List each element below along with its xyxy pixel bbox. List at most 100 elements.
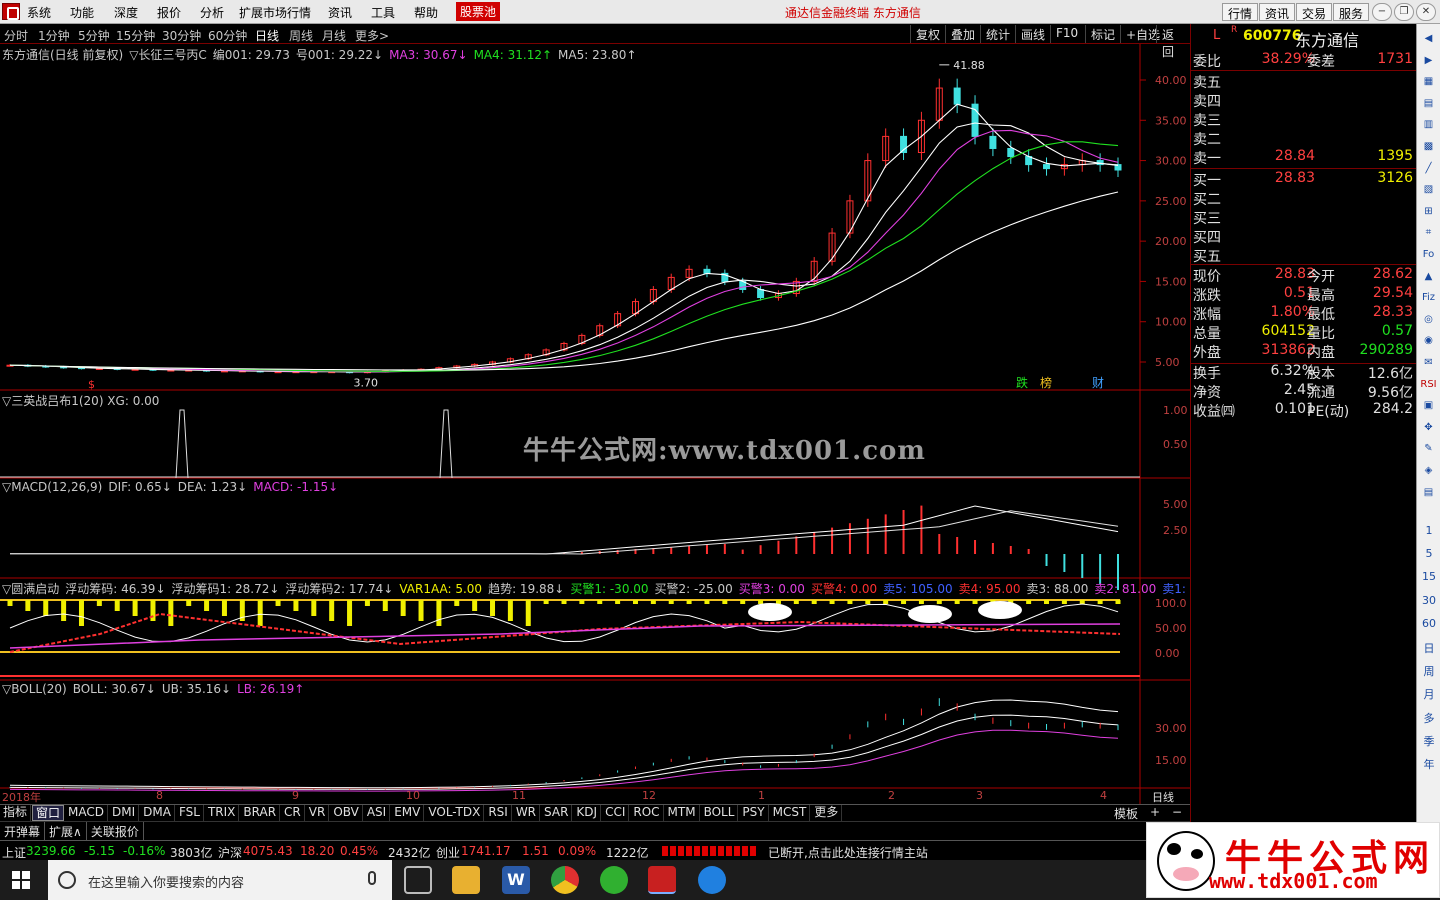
period-shortcut-9[interactable]: 季 [1417, 733, 1440, 749]
menu-system[interactable]: 系统 [27, 4, 51, 21]
macd-panel-title[interactable]: ▽MACD(12,26,9) DIF: 0.65↓ DEA: 1.23↓ MACD: … [2, 480, 344, 494]
indicator-tab-dma[interactable]: DMA [140, 805, 175, 821]
indicator-tab-emv[interactable]: EMV [391, 805, 425, 821]
fiz-icon[interactable]: Fiz [1420, 289, 1437, 306]
file-explorer-icon[interactable] [452, 866, 480, 894]
period-timeshare[interactable]: 分时 [4, 27, 28, 44]
menu-tools[interactable]: 工具 [371, 4, 395, 21]
radar-icon[interactable]: ◉ [1420, 332, 1437, 349]
template-button[interactable]: 模板 [1114, 805, 1138, 822]
indicator-tab-窗口[interactable]: 窗口 [32, 805, 65, 821]
btn-back[interactable]: 返回 [1156, 25, 1190, 59]
indicator-tab-wr[interactable]: WR [513, 805, 541, 821]
word-icon[interactable]: W [502, 866, 530, 894]
period-30min[interactable]: 30分钟 [162, 27, 201, 44]
indicator-tab-mtm[interactable]: MTM [665, 805, 700, 821]
indicator-tab-trix[interactable]: TRIX [205, 805, 240, 821]
feishu-icon[interactable] [698, 866, 726, 894]
indicator-tab-cci[interactable]: CCI [602, 805, 630, 821]
menu-function[interactable]: 功能 [70, 4, 94, 21]
period-shortcut-1[interactable]: 5 [1417, 547, 1440, 560]
menu-depth[interactable]: 深度 [114, 4, 138, 21]
period-monthly[interactable]: 月线 [322, 27, 346, 44]
menu-stock-pool[interactable]: 股票池 [456, 2, 501, 21]
menu-news[interactable]: 资讯 [328, 4, 352, 21]
board-icon[interactable]: ▩ [1420, 138, 1437, 155]
list-icon[interactable]: ▤ [1420, 95, 1437, 112]
period-shortcut-8[interactable]: 多 [1417, 710, 1440, 726]
grid-icon[interactable]: ▦ [1420, 73, 1437, 90]
rsi-icon[interactable]: RSI [1420, 376, 1437, 393]
taskbar-search[interactable]: 在这里输入你要搜索的内容 [48, 860, 392, 900]
mail-icon[interactable]: ✉ [1420, 354, 1437, 371]
minimize-icon[interactable]: − [1372, 3, 1392, 21]
indicator-tab-cr[interactable]: CR [281, 805, 305, 821]
tab-extend[interactable]: 扩展∧ [45, 822, 87, 841]
top-btn-trade[interactable]: 交易 [1296, 3, 1333, 21]
cortana-icon[interactable] [58, 871, 76, 889]
btn-draw[interactable]: 画线 [1015, 25, 1050, 43]
indicator-tab-指标[interactable]: 指标 [0, 805, 32, 821]
nav-back-icon[interactable]: ◀ [1420, 30, 1437, 47]
taskbar-search-placeholder[interactable]: 在这里输入你要搜索的内容 [88, 872, 244, 891]
boll-panel-title[interactable]: ▽BOLL(20) BOLL: 30.67↓ UB: 35.16↓ LB: 26.19… [2, 682, 310, 696]
period-15min[interactable]: 15分钟 [116, 27, 155, 44]
tab-danmaku[interactable]: 开弹幕 [0, 822, 46, 841]
pencil-icon[interactable]: ✎ [1420, 440, 1437, 457]
wechat-icon[interactable] [600, 866, 628, 894]
task-view-icon[interactable] [404, 866, 432, 894]
indicator-tab-obv[interactable]: OBV [330, 805, 363, 821]
period-shortcut-6[interactable]: 周 [1417, 663, 1440, 679]
status-bar[interactable]: 上证 3239.66 -5.15 -0.16% 3803亿 沪深 4075.43… [0, 840, 1150, 860]
indicator-tab-vol-tdx[interactable]: VOL-TDX [425, 805, 485, 821]
indicator-tab-macd[interactable]: MACD [65, 805, 109, 821]
line-chart-icon[interactable]: ╱ [1420, 160, 1437, 177]
connection-status[interactable]: 已断开,点击此处连接行情主站 [768, 844, 928, 861]
table-icon[interactable]: ▥ [1420, 116, 1437, 133]
indicator-tab-boll[interactable]: BOLL [701, 805, 739, 821]
indicator-tab-kdj[interactable]: KDJ [573, 805, 602, 821]
period-shortcut-2[interactable]: 15 [1417, 570, 1440, 583]
indicator-tab-更多[interactable]: 更多 [811, 805, 843, 821]
indicator-tab-dmi[interactable]: DMI [109, 805, 140, 821]
indicator-tab-fsl[interactable]: FSL [176, 805, 204, 821]
indicator-tab-rsi[interactable]: RSI [485, 805, 512, 821]
top-btn-market[interactable]: 行情 [1222, 3, 1259, 21]
period-shortcut-10[interactable]: 年 [1417, 756, 1440, 772]
btn-overlay[interactable]: 叠加 [945, 25, 980, 43]
sheet-icon[interactable]: ▤ [1420, 484, 1437, 501]
restore-icon[interactable]: ❐ [1394, 3, 1414, 21]
tab-related-quote[interactable]: 关联报价 [87, 822, 144, 841]
hash-icon[interactable]: ⌗ [1420, 224, 1437, 241]
btn-mark[interactable]: 标记 [1085, 25, 1120, 43]
move-icon[interactable]: ✥ [1420, 419, 1437, 436]
btn-stats[interactable]: 统计 [980, 25, 1015, 43]
report-icon[interactable]: ▧ [1420, 181, 1437, 198]
target-icon[interactable]: ◎ [1420, 311, 1437, 328]
period-5min[interactable]: 5分钟 [78, 27, 110, 44]
menu-extended-market[interactable]: 扩展市场行情 [239, 4, 311, 21]
tdx-app-icon[interactable] [648, 866, 676, 894]
period-daily[interactable]: 日线 [255, 27, 279, 44]
period-1min[interactable]: 1分钟 [38, 27, 70, 44]
top-btn-service[interactable]: 服务 [1333, 3, 1370, 21]
btn-fuquan[interactable]: 复权 [910, 25, 945, 43]
period-shortcut-5[interactable]: 日 [1417, 640, 1440, 656]
windows-start-icon[interactable] [12, 871, 30, 889]
top-btn-news[interactable]: 资讯 [1259, 3, 1296, 21]
period-60min[interactable]: 60分钟 [208, 27, 247, 44]
indicator-tab-sar[interactable]: SAR [541, 805, 573, 821]
indicator-tab-roc[interactable]: ROC [630, 805, 664, 821]
indicator-tab-mcst[interactable]: MCST [770, 805, 811, 821]
diamond-icon[interactable]: ◈ [1420, 462, 1437, 479]
period-shortcut-3[interactable]: 30 [1417, 594, 1440, 607]
microphone-icon[interactable] [368, 871, 376, 885]
yuanman-panel-title[interactable]: ▽圆满启动 浮动筹码: 46.39↓ 浮动筹码1: 28.72↓ 浮动筹码2: 17.… [2, 580, 1230, 597]
add-window-icon[interactable]: + [1150, 805, 1160, 819]
period-shortcut-7[interactable]: 月 [1417, 686, 1440, 702]
main-indicator-name[interactable]: ▽长征三号丙C [129, 48, 207, 62]
panel2-title[interactable]: ▽三英战吕布1(20) XG: 0.00 [2, 392, 159, 409]
box-icon[interactable]: ▣ [1420, 397, 1437, 414]
period-weekly[interactable]: 周线 [289, 27, 313, 44]
nav-forward-icon[interactable]: ▶ [1420, 52, 1437, 69]
